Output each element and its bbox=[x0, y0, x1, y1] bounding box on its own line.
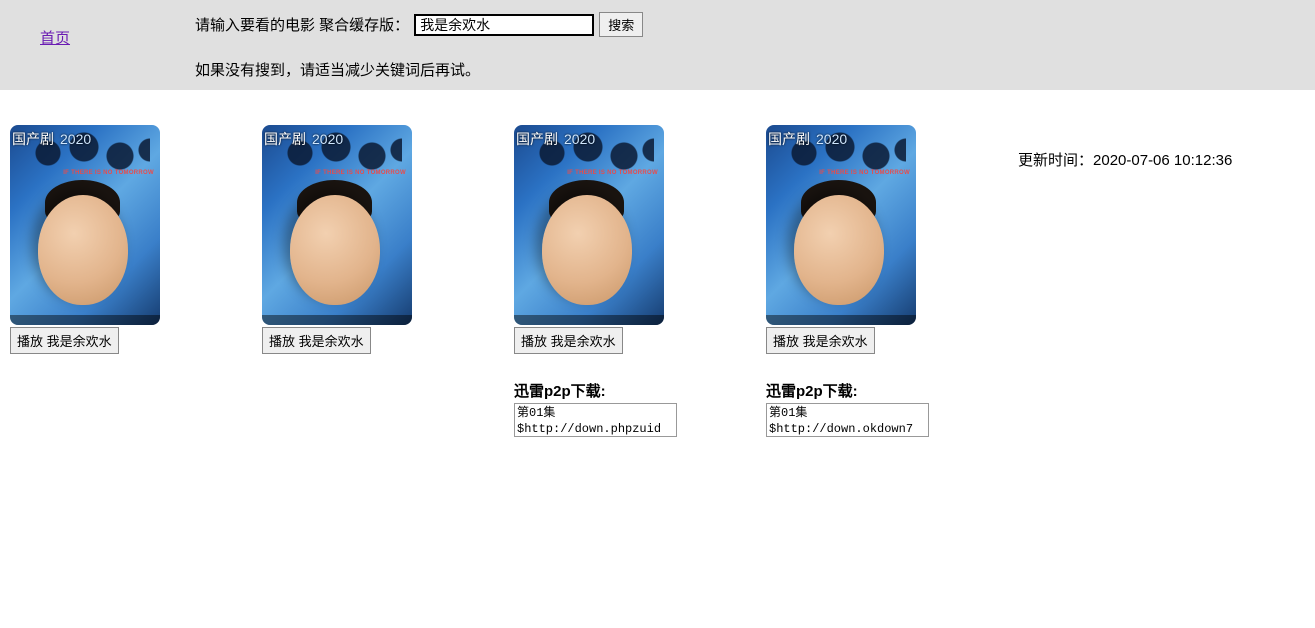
header-bar: 首页 请输入要看的电影 聚合缓存版： 搜索 如果没有搜到，请适当减少关键词后再试… bbox=[0, 0, 1315, 90]
search-row: 请输入要看的电影 聚合缓存版： 搜索 bbox=[195, 12, 643, 37]
movie-card: IF THERE IS NO TOMORROW 国产剧 2020 播放 我是余欢… bbox=[262, 125, 514, 441]
results-area: IF THERE IS NO TOMORROW 国产剧 2020 播放 我是余欢… bbox=[0, 90, 1315, 451]
play-button[interactable]: 播放 我是余欢水 bbox=[766, 327, 875, 354]
movie-poster[interactable]: IF THERE IS NO TOMORROW 国产剧 2020 bbox=[514, 125, 664, 325]
download-label: 迅雷p2p下载: bbox=[514, 380, 766, 401]
year-badge: 2020 bbox=[564, 131, 595, 147]
movie-poster[interactable]: IF THERE IS NO TOMORROW 国产剧 2020 bbox=[10, 125, 160, 325]
year-badge: 2020 bbox=[816, 131, 847, 147]
play-button[interactable]: 播放 我是余欢水 bbox=[10, 327, 119, 354]
movie-card: IF THERE IS NO TOMORROW 国产剧 2020 播放 我是余欢… bbox=[514, 125, 766, 441]
home-link[interactable]: 首页 bbox=[40, 27, 70, 48]
update-time: 更新时间：2020-07-06 10:12:36 bbox=[1018, 149, 1232, 441]
movie-card: IF THERE IS NO TOMORROW 国产剧 2020 播放 我是余欢… bbox=[766, 125, 1018, 441]
play-button[interactable]: 播放 我是余欢水 bbox=[262, 327, 371, 354]
search-prompt: 请输入要看的电影 聚合缓存版： bbox=[195, 14, 409, 35]
year-badge: 2020 bbox=[312, 131, 343, 147]
search-button[interactable]: 搜索 bbox=[599, 12, 643, 37]
search-input[interactable] bbox=[414, 14, 594, 36]
movie-poster[interactable]: IF THERE IS NO TOMORROW 国产剧 2020 bbox=[766, 125, 916, 325]
movie-poster[interactable]: IF THERE IS NO TOMORROW 国产剧 2020 bbox=[262, 125, 412, 325]
year-badge: 2020 bbox=[60, 131, 91, 147]
download-label: 迅雷p2p下载: bbox=[766, 380, 1018, 401]
category-badge: 国产剧 bbox=[264, 129, 306, 149]
category-badge: 国产剧 bbox=[516, 129, 558, 149]
download-textarea[interactable] bbox=[766, 403, 929, 437]
category-badge: 国产剧 bbox=[768, 129, 810, 149]
category-badge: 国产剧 bbox=[12, 129, 54, 149]
movie-card: IF THERE IS NO TOMORROW 国产剧 2020 播放 我是余欢… bbox=[10, 125, 262, 441]
download-textarea[interactable] bbox=[514, 403, 677, 437]
play-button[interactable]: 播放 我是余欢水 bbox=[514, 327, 623, 354]
search-hint: 如果没有搜到，请适当减少关键词后再试。 bbox=[195, 59, 643, 80]
